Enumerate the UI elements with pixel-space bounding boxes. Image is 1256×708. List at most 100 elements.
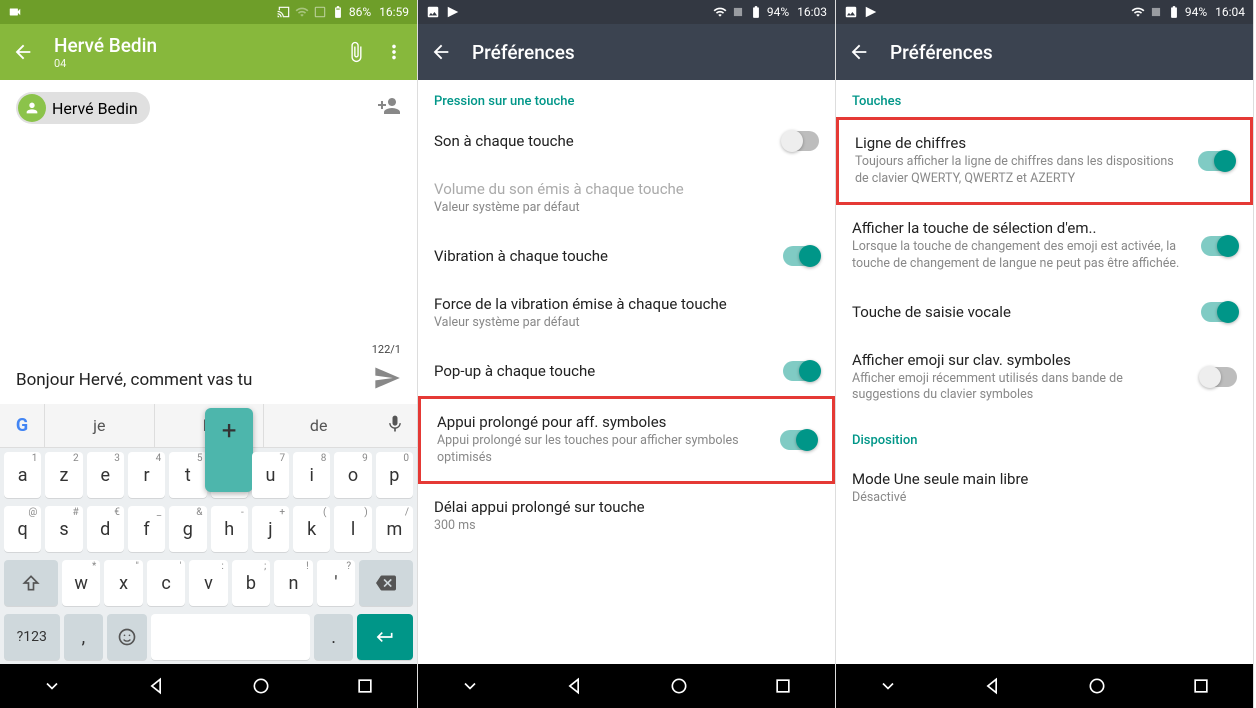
- nav-back-icon[interactable]: [146, 676, 166, 696]
- shift-key[interactable]: [4, 560, 58, 606]
- key-'[interactable]: '?: [317, 560, 355, 606]
- setting-item[interactable]: Volume du son émis à chaque toucheValeur…: [418, 166, 835, 232]
- key-z[interactable]: z2: [45, 452, 82, 498]
- suggestion-1[interactable]: je: [44, 404, 154, 447]
- nav-home-icon[interactable]: [669, 676, 689, 696]
- key-o[interactable]: o9: [334, 452, 371, 498]
- setting-item[interactable]: Délai appui prolongé sur touche300 ms: [418, 484, 835, 550]
- setting-desc: Désactivé: [852, 490, 1237, 507]
- key-e[interactable]: e3: [87, 452, 124, 498]
- key-n[interactable]: n!: [274, 560, 312, 606]
- toggle-switch[interactable]: [783, 246, 819, 266]
- nav-recent-icon[interactable]: [773, 676, 793, 696]
- nav-home-icon[interactable]: [251, 676, 271, 696]
- key-hint: (: [323, 507, 326, 518]
- key-p[interactable]: p0: [376, 452, 413, 498]
- nav-back-icon[interactable]: [564, 676, 584, 696]
- battery-percent: 86%: [349, 5, 371, 19]
- toggle-switch[interactable]: [1198, 151, 1234, 171]
- nav-recent-icon[interactable]: [1191, 676, 1211, 696]
- suggestion-3[interactable]: de: [263, 404, 373, 447]
- key-k[interactable]: k(: [293, 506, 330, 552]
- setting-item[interactable]: Afficher emoji sur clav. symbolesAffiche…: [836, 337, 1253, 420]
- setting-desc: Appui prolongé sur les touches pour affi…: [437, 433, 768, 467]
- keyboard: G je le de a1z2e3r4t5y6+u7i8o9p0 q@s#d€f…: [0, 404, 417, 664]
- enter-key[interactable]: [357, 614, 413, 660]
- key-x[interactable]: x": [104, 560, 142, 606]
- key-v[interactable]: v:: [189, 560, 227, 606]
- emoji-key[interactable]: [107, 614, 147, 660]
- wifi-icon: [1131, 5, 1145, 19]
- toggle-switch[interactable]: [780, 430, 816, 450]
- key-j[interactable]: j+: [252, 506, 289, 552]
- key-hint: +: [279, 507, 285, 518]
- key-m[interactable]: m/: [376, 506, 413, 552]
- setting-item[interactable]: Appui prolongé pour aff. symbolesAppui p…: [418, 396, 835, 484]
- nav-down-icon[interactable]: [42, 676, 62, 696]
- key-f[interactable]: f_: [128, 506, 165, 552]
- status-bar: 94% 16:04: [836, 0, 1253, 24]
- key-t[interactable]: t5: [169, 452, 206, 498]
- back-icon[interactable]: [430, 41, 452, 63]
- toggle-switch[interactable]: [1201, 367, 1237, 387]
- key-w[interactable]: w*: [62, 560, 100, 606]
- setting-item[interactable]: Touche de saisie vocale: [836, 288, 1253, 337]
- recipient-name: Hervé Bedin: [52, 99, 138, 118]
- key-s[interactable]: s#: [45, 506, 82, 552]
- setting-item[interactable]: Pop-up à chaque touche: [418, 347, 835, 396]
- image-icon: [426, 5, 440, 19]
- comma-key[interactable]: ,: [64, 614, 104, 660]
- message-input[interactable]: Bonjour Hervé, comment vas tu: [16, 370, 365, 390]
- google-icon[interactable]: G: [0, 415, 44, 436]
- battery-icon: [331, 5, 345, 19]
- appbar: Préférences: [836, 24, 1253, 80]
- key-d[interactable]: d€: [87, 506, 124, 552]
- key-i[interactable]: i8: [293, 452, 330, 498]
- setting-item[interactable]: Afficher la touche de sélection d'em..Lo…: [836, 205, 1253, 288]
- backspace-key[interactable]: [359, 560, 413, 606]
- mic-icon[interactable]: [373, 414, 417, 438]
- overflow-icon[interactable]: [383, 41, 405, 63]
- nav-recent-icon[interactable]: [355, 676, 375, 696]
- key-hint: 2: [73, 453, 79, 464]
- key-r[interactable]: r4: [128, 452, 165, 498]
- recipient-chip[interactable]: Hervé Bedin: [16, 92, 150, 124]
- key-y[interactable]: y6+: [211, 452, 248, 498]
- setting-item[interactable]: Force de la vibration émise à chaque tou…: [418, 281, 835, 347]
- key-hint: /: [405, 507, 409, 518]
- toggle-switch[interactable]: [783, 361, 819, 381]
- key-g[interactable]: g&: [169, 506, 206, 552]
- key-hint: !: [306, 561, 309, 572]
- key-l[interactable]: l): [334, 506, 371, 552]
- space-key[interactable]: [151, 614, 310, 660]
- back-icon[interactable]: [848, 41, 870, 63]
- setting-item[interactable]: Vibration à chaque touche: [418, 232, 835, 281]
- toggle-switch[interactable]: [1201, 236, 1237, 256]
- nav-back-icon[interactable]: [982, 676, 1002, 696]
- period-key[interactable]: .: [314, 614, 354, 660]
- setting-item[interactable]: Mode Une seule main libreDésactivé: [836, 456, 1253, 522]
- key-hint: #: [72, 507, 78, 518]
- key-hint: 5: [197, 453, 203, 464]
- setting-item[interactable]: Son à chaque touche: [418, 117, 835, 166]
- add-recipient-button[interactable]: [377, 94, 401, 122]
- toggle-switch[interactable]: [783, 131, 819, 151]
- symbols-key[interactable]: ?123: [4, 614, 60, 660]
- key-b[interactable]: b;: [232, 560, 270, 606]
- key-row-2: q@s#d€f_g&h-j+k(l)m/: [0, 502, 417, 556]
- key-c[interactable]: c': [147, 560, 185, 606]
- setting-item[interactable]: Ligne de chiffresToujours afficher la li…: [836, 117, 1253, 205]
- attach-icon[interactable]: [345, 41, 367, 63]
- key-q[interactable]: q@: [4, 506, 41, 552]
- send-button[interactable]: [373, 364, 401, 396]
- key-u[interactable]: u7: [252, 452, 289, 498]
- nav-home-icon[interactable]: [1087, 676, 1107, 696]
- nav-down-icon[interactable]: [878, 676, 898, 696]
- image-icon: [844, 5, 858, 19]
- key-h[interactable]: h-: [211, 506, 248, 552]
- key-a[interactable]: a1: [4, 452, 41, 498]
- back-icon[interactable]: [12, 41, 34, 63]
- appbar: Préférences: [418, 24, 835, 80]
- nav-down-icon[interactable]: [460, 676, 480, 696]
- toggle-switch[interactable]: [1201, 302, 1237, 322]
